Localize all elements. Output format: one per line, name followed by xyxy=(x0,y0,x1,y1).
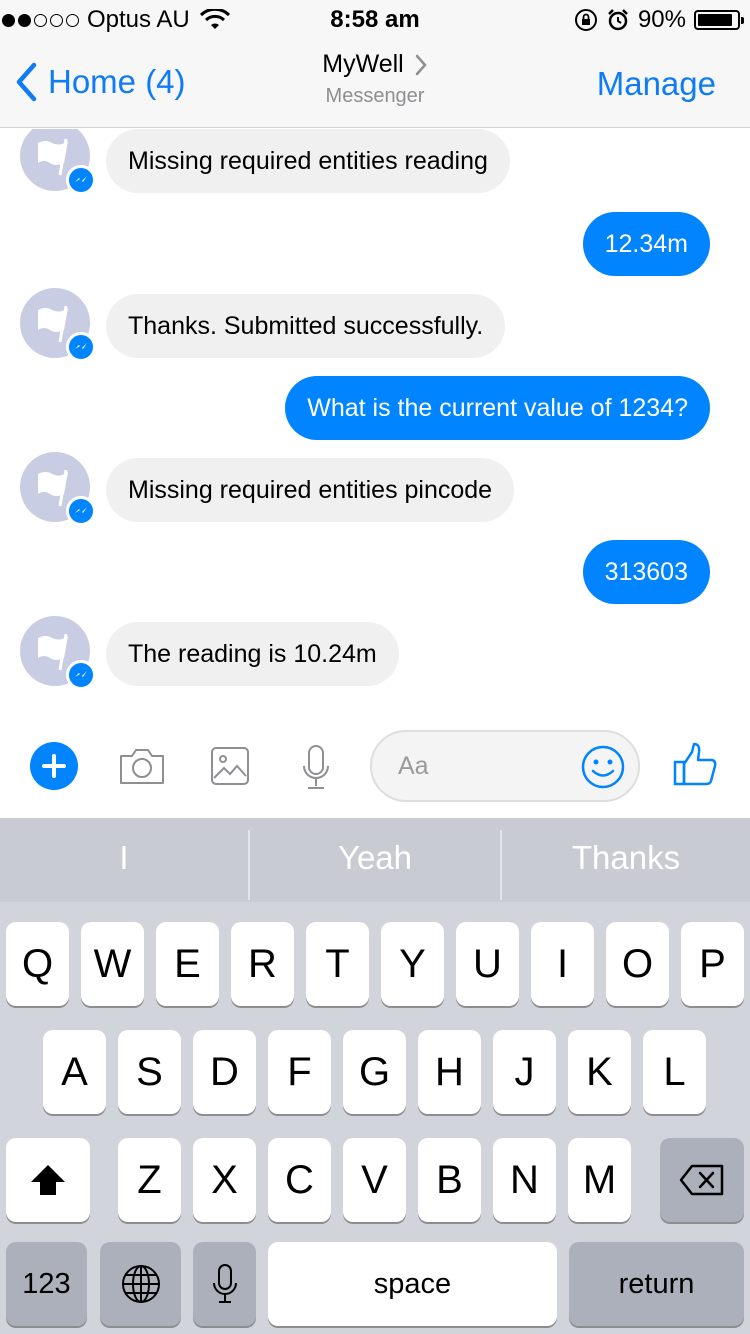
key-i[interactable]: I xyxy=(531,922,594,1006)
return-key[interactable]: return xyxy=(569,1242,744,1326)
message-bubble-incoming[interactable]: Missing required entities pincode xyxy=(106,458,515,522)
image-icon[interactable] xyxy=(210,746,250,786)
dictation-key[interactable] xyxy=(193,1242,256,1326)
key-w[interactable]: W xyxy=(81,922,144,1006)
key-d[interactable]: D xyxy=(193,1030,256,1114)
shift-icon xyxy=(31,1165,65,1195)
key-c[interactable]: C xyxy=(268,1138,331,1222)
numbers-key[interactable]: 123 xyxy=(6,1242,87,1326)
thumbs-up-icon[interactable] xyxy=(672,742,718,788)
manage-button[interactable]: Manage xyxy=(597,65,716,103)
avatar[interactable] xyxy=(20,616,96,690)
microphone-icon[interactable] xyxy=(300,744,332,792)
predictive-bar: I Yeah Thanks xyxy=(0,818,750,902)
plus-icon[interactable] xyxy=(30,742,78,790)
avatar[interactable] xyxy=(20,288,96,362)
key-e[interactable]: E xyxy=(156,922,219,1006)
key-x[interactable]: X xyxy=(193,1138,256,1222)
key-p[interactable]: P xyxy=(681,922,744,1006)
key-m[interactable]: M xyxy=(568,1138,631,1222)
suggestion-3[interactable]: Thanks xyxy=(502,818,750,902)
page-title: MyWell xyxy=(322,50,404,78)
key-g[interactable]: G xyxy=(343,1030,406,1114)
message-list[interactable]: Missing required entities reading 12.34m… xyxy=(0,129,750,719)
avatar[interactable] xyxy=(20,452,96,526)
avatar[interactable] xyxy=(20,129,96,195)
battery-percent: 90% xyxy=(637,6,686,33)
message-input-container[interactable] xyxy=(370,730,640,802)
messenger-badge-icon xyxy=(66,332,96,362)
key-q[interactable]: Q xyxy=(6,922,69,1006)
key-r[interactable]: R xyxy=(231,922,294,1006)
key-t[interactable]: T xyxy=(306,922,369,1006)
suggestion-1[interactable]: I xyxy=(0,818,248,902)
backspace-icon xyxy=(679,1164,724,1196)
key-j[interactable]: J xyxy=(493,1030,556,1114)
key-z[interactable]: Z xyxy=(118,1138,181,1222)
messenger-badge-icon xyxy=(66,496,96,526)
message-bubble-incoming[interactable]: Thanks. Submitted successfully. xyxy=(106,294,506,358)
key-h[interactable]: H xyxy=(418,1030,481,1114)
key-k[interactable]: K xyxy=(568,1030,631,1114)
key-s[interactable]: S xyxy=(118,1030,181,1114)
key-f[interactable]: F xyxy=(268,1030,331,1114)
battery-icon xyxy=(694,10,744,30)
message-bubble-outgoing[interactable]: 313603 xyxy=(582,540,710,604)
key-u[interactable]: U xyxy=(456,922,519,1006)
backspace-key[interactable] xyxy=(660,1138,744,1222)
rotation-lock-icon xyxy=(574,9,597,31)
shift-key[interactable] xyxy=(6,1138,90,1222)
key-b[interactable]: B xyxy=(418,1138,481,1222)
message-input[interactable] xyxy=(398,748,578,784)
alarm-icon xyxy=(608,9,628,31)
key-v[interactable]: V xyxy=(343,1138,406,1222)
keyboard: I Yeah Thanks Q W E R T Y U I O P A S D … xyxy=(0,818,750,1334)
key-n[interactable]: N xyxy=(493,1138,556,1222)
message-bubble-incoming[interactable]: Missing required entities reading xyxy=(106,129,510,193)
messenger-badge-icon xyxy=(66,165,96,195)
emoji-icon[interactable] xyxy=(580,744,626,790)
key-a[interactable]: A xyxy=(43,1030,106,1114)
microphone-icon xyxy=(212,1264,237,1303)
message-bubble-incoming[interactable]: The reading is 10.24m xyxy=(106,622,399,686)
key-l[interactable]: L xyxy=(643,1030,706,1114)
composer-bar xyxy=(0,720,750,818)
space-key[interactable]: space xyxy=(268,1242,557,1326)
message-bubble-outgoing[interactable]: 12.34m xyxy=(582,212,710,276)
chevron-right-icon xyxy=(415,54,427,75)
messenger-badge-icon xyxy=(66,660,96,690)
status-bar: Optus AU 8:58 am 90% xyxy=(0,0,750,40)
suggestion-2[interactable]: Yeah xyxy=(250,818,500,902)
key-y[interactable]: Y xyxy=(381,922,444,1006)
key-o[interactable]: O xyxy=(606,922,669,1006)
message-bubble-outgoing[interactable]: What is the current value of 1234? xyxy=(285,376,710,440)
globe-icon xyxy=(121,1265,160,1303)
globe-key[interactable] xyxy=(100,1242,181,1326)
camera-icon[interactable] xyxy=(118,746,166,786)
navigation-bar: Home (4) MyWell Messenger Manage xyxy=(0,40,750,128)
